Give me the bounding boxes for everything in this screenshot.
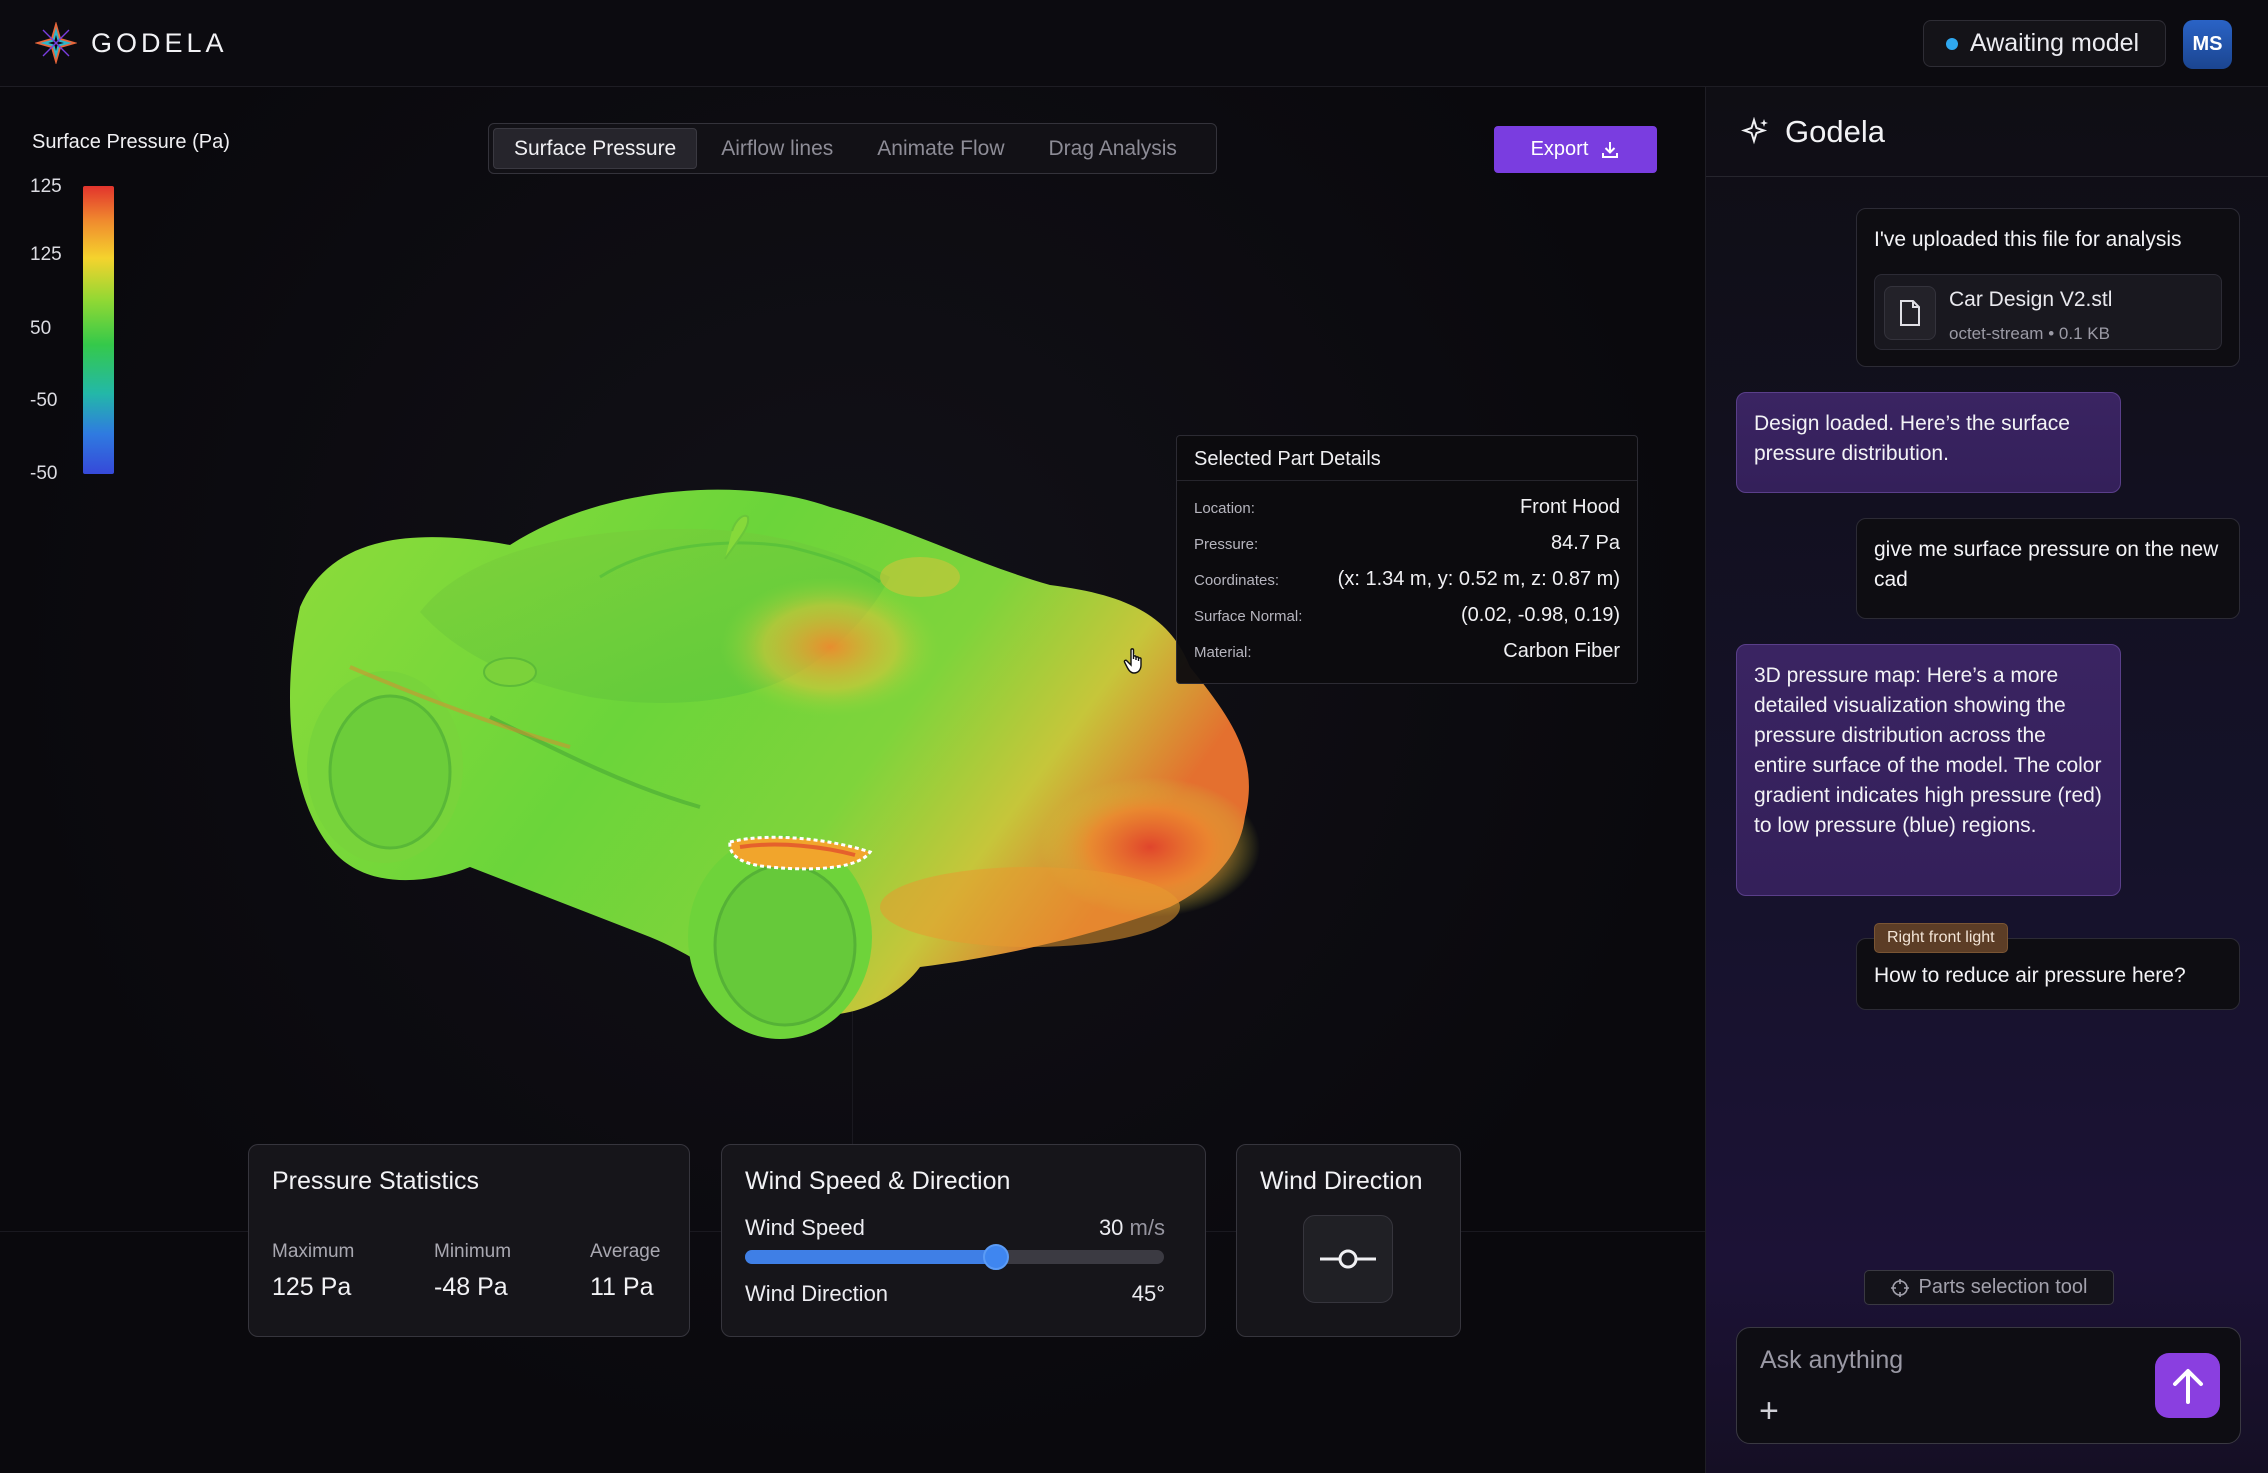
add-attachment-icon[interactable]: + <box>1759 1394 1779 1428</box>
detail-row-coordinates: Coordinates: (x: 1.34 m, y: 0.52 m, z: 0… <box>1194 568 1620 591</box>
3d-viewer[interactable]: Surface Pressure (Pa) 125 125 50 -50 -50… <box>0 87 1705 1473</box>
assistant-chat-panel: Godela I've uploaded this file for analy… <box>1705 87 2268 1473</box>
parts-selection-tool-button[interactable]: Parts selection tool <box>1864 1270 2114 1305</box>
detail-value: Front Hood <box>1519 496 1620 518</box>
wind-speed-number: 30 <box>1098 1215 1124 1240</box>
stat-label: Minimum <box>434 1241 512 1262</box>
detail-row-material: Material: Carbon Fiber <box>1194 640 1620 663</box>
card-title: Pressure Statistics <box>272 1167 480 1195</box>
arrow-up-icon <box>2172 1368 2203 1404</box>
stat-average: Average 11 Pa <box>590 1241 660 1302</box>
parts-tool-label: Parts selection tool <box>1918 1276 2088 1298</box>
legend-tick: -50 <box>30 390 58 411</box>
pressure-color-scale <box>83 186 114 474</box>
slider-fill <box>745 1250 997 1264</box>
download-icon <box>1602 141 1619 158</box>
file-meta-separator: • <box>2048 324 2055 343</box>
card-title: Wind Direction <box>1260 1167 1423 1195</box>
message-text: I've uploaded this file for analysis <box>1874 228 2182 251</box>
detail-label: Pressure: <box>1194 536 1259 553</box>
file-meta: octet-stream • 0.1 KB <box>1949 319 2110 349</box>
user-avatar[interactable]: MS <box>2183 20 2232 69</box>
stat-label: Maximum <box>272 1241 355 1262</box>
wind-direction-dial[interactable] <box>1303 1215 1393 1303</box>
model-status-badge[interactable]: Awaiting model <box>1923 20 2166 67</box>
stat-minimum: Minimum -48 Pa <box>434 1241 511 1302</box>
stat-value: 11 Pa <box>590 1273 654 1301</box>
file-icon <box>1884 286 1936 340</box>
chat-message-assistant: 3D pressure map: Here’s a more detailed … <box>1736 644 2121 896</box>
detail-value: 84.7 Pa <box>1551 532 1620 554</box>
wind-speed-card: Wind Speed & Direction Wind Speed 30 m/s… <box>721 1144 1206 1337</box>
detail-value: Carbon Fiber <box>1503 640 1620 662</box>
chat-input[interactable]: Ask anything <box>1760 1346 1903 1375</box>
hand-cursor-icon <box>1123 648 1142 674</box>
detail-label: Material: <box>1194 644 1252 661</box>
chat-message-user: I've uploaded this file for analysis Car… <box>1856 208 2240 367</box>
legend-tick: 125 <box>30 244 62 265</box>
legend-title: Surface Pressure (Pa) <box>32 131 230 153</box>
file-attachment[interactable]: Car Design V2.stl octet-stream • 0.1 KB <box>1874 274 2222 350</box>
detail-label: Location: <box>1194 500 1255 517</box>
detail-value: (0.02, -0.98, 0.19) <box>1461 604 1620 626</box>
pressure-statistics-card: Pressure Statistics Maximum 125 Pa Minim… <box>248 1144 690 1337</box>
legend-tick: 50 <box>30 318 52 339</box>
status-dot-icon <box>1946 37 1958 50</box>
selected-part-details-panel: Selected Part Details Location: Front Ho… <box>1176 435 1638 684</box>
file-type: octet-stream <box>1949 324 2044 343</box>
view-mode-tabs: Surface Pressure Airflow lines Animate F… <box>488 123 1217 174</box>
card-title: Wind Speed & Direction <box>745 1167 1011 1195</box>
stat-value: -48 Pa <box>434 1273 508 1301</box>
export-button[interactable]: Export <box>1494 126 1657 173</box>
chat-message-user: Right front light How to reduce air pres… <box>1856 923 2240 1010</box>
details-title: Selected Part Details <box>1177 436 1637 481</box>
selected-part-tag[interactable]: Right front light <box>1874 923 2008 953</box>
detail-row-pressure: Pressure: 84.7 Pa <box>1194 532 1620 555</box>
export-label: Export <box>1530 138 1589 160</box>
detail-value: (x: 1.34 m, y: 0.52 m, z: 0.87 m) <box>1337 568 1620 590</box>
stat-value: 125 Pa <box>272 1273 352 1301</box>
sparkle-icon <box>1741 116 1768 144</box>
wind-speed-slider[interactable] <box>745 1244 1164 1270</box>
wind-speed-label: Wind Speed <box>745 1215 865 1240</box>
detail-row-surface-normal: Surface Normal: (0.02, -0.98, 0.19) <box>1194 604 1620 627</box>
wind-speed-unit: m/s <box>1129 1215 1165 1240</box>
send-button[interactable] <box>2155 1353 2220 1418</box>
chat-header: Godela <box>1706 87 2268 177</box>
tab-surface-pressure[interactable]: Surface Pressure <box>493 128 698 169</box>
top-bar: GODELA Awaiting model MS <box>0 0 2268 87</box>
wind-direction-value: 45° <box>1131 1281 1165 1306</box>
tab-drag-analysis[interactable]: Drag Analysis <box>1029 128 1197 169</box>
chat-message-assistant: Design loaded. Here’s the surface pressu… <box>1736 392 2121 493</box>
wind-direction-label: Wind Direction <box>745 1281 889 1306</box>
wind-direction-card: Wind Direction <box>1236 1144 1461 1337</box>
direction-dial-icon <box>1320 1249 1376 1269</box>
godela-logo-icon <box>35 22 77 64</box>
file-name: Car Design V2.stl <box>1949 288 2113 311</box>
legend-tick: -50 <box>30 463 58 484</box>
detail-label: Coordinates: <box>1194 572 1280 589</box>
wind-speed-value: 30 m/s <box>1099 1215 1165 1241</box>
legend-tick: 125 <box>30 176 62 197</box>
file-size: 0.1 KB <box>2058 324 2110 343</box>
crosshair-icon <box>1890 1278 1909 1297</box>
status-text: Awaiting model <box>1970 29 2140 57</box>
stat-label: Average <box>590 1241 661 1262</box>
stat-maximum: Maximum 125 Pa <box>272 1241 354 1302</box>
tab-airflow-lines[interactable]: Airflow lines <box>701 128 853 169</box>
chat-message-user: give me surface pressure on the new cad <box>1856 518 2240 619</box>
chat-title: Godela <box>1785 113 1885 149</box>
detail-row-location: Location: Front Hood <box>1194 496 1620 519</box>
app-name: GODELA <box>91 27 228 58</box>
logo[interactable]: GODELA <box>35 22 228 64</box>
detail-label: Surface Normal: <box>1194 608 1303 625</box>
slider-thumb[interactable] <box>983 1244 1010 1270</box>
chat-input-box[interactable]: Ask anything + <box>1736 1327 2241 1444</box>
message-text: How to reduce air pressure here? <box>1874 964 2186 987</box>
tab-animate-flow[interactable]: Animate Flow <box>857 128 1024 169</box>
